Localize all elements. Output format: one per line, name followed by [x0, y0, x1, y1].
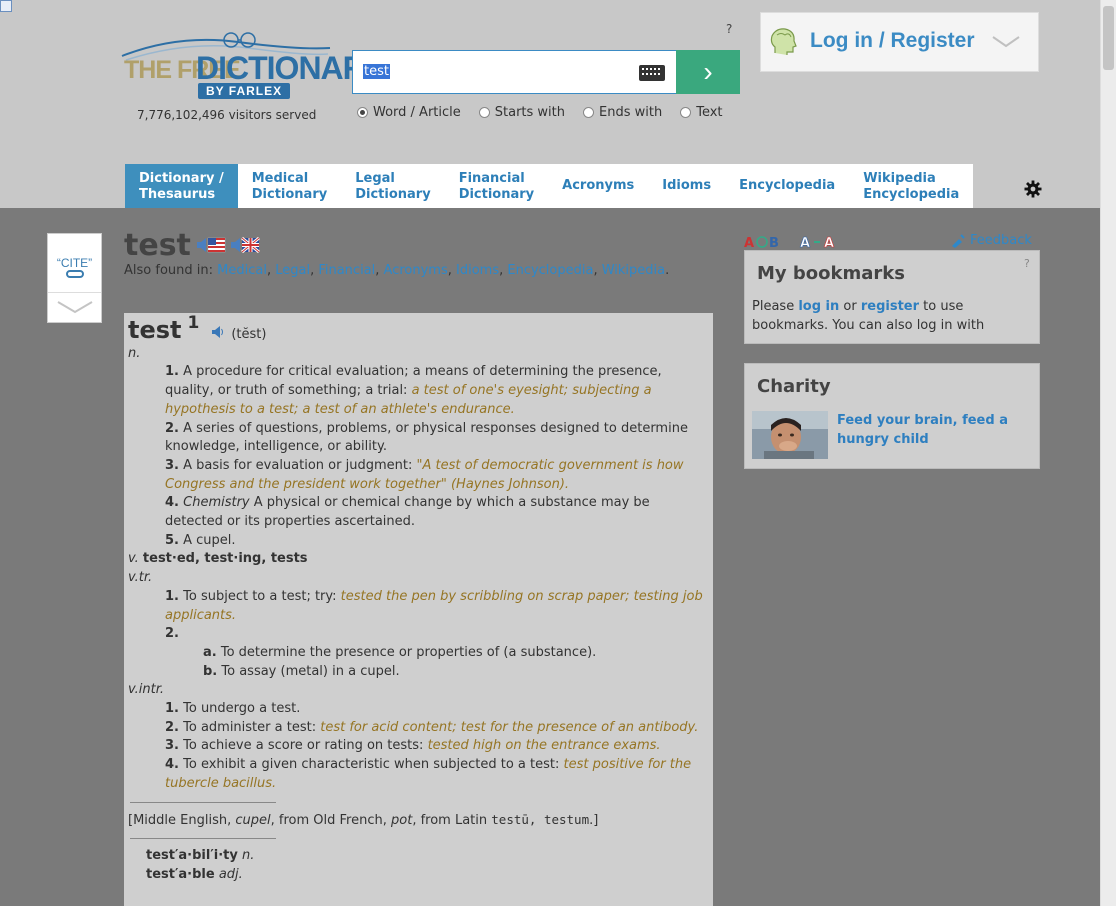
divider [130, 838, 276, 840]
etymology: [Middle English, cupel, from Old French,… [128, 811, 599, 828]
entry-pronunciation: (tĕst) [231, 327, 267, 342]
page-scrollbar[interactable] [1100, 0, 1116, 906]
visitors-count: 7,776,102,496 visitors served [137, 108, 317, 122]
gear-icon[interactable] [1024, 180, 1042, 198]
tab-acronyms[interactable]: Acronyms [548, 164, 648, 208]
sense-item: 4. Chemistry A physical or chemical chan… [165, 495, 650, 530]
svg-text:A: A [824, 236, 834, 250]
also-found-link-acronyms[interactable]: Acronyms [384, 263, 448, 278]
derived-form: test′a·ble adj. [146, 866, 243, 882]
search-input[interactable]: test [363, 64, 390, 79]
feedback-icon [952, 233, 965, 248]
scrollbar-thumb[interactable] [1103, 6, 1114, 70]
mode-ends-with[interactable]: Ends with [583, 105, 662, 120]
sense-item: 5. A cupel. [165, 532, 236, 548]
brain-head-icon [770, 28, 797, 55]
cite-divider [48, 292, 101, 293]
also-found-in: Also found in: Medical, Legal, Financial… [124, 263, 670, 278]
bookmarks-help-link[interactable]: ? [1024, 257, 1030, 270]
sense-item: 3. A basis for evaluation or judgment: "… [165, 457, 684, 492]
bookmarks-text: Please log in or register to use bookmar… [752, 299, 985, 333]
entry-homograph-number: 1 [187, 313, 200, 333]
vocabulary-tools-icon[interactable]: A B A A [744, 234, 840, 250]
bookmarks-register-link[interactable]: register [861, 299, 919, 314]
subsense-item: b. To assay (metal) in a cupel. [203, 663, 400, 679]
dictionary-tabs: Dictionary / Thesaurus Medical Dictionary … [125, 164, 974, 208]
speaker-icon[interactable] [211, 325, 225, 339]
charity-link[interactable]: Feed your brain, feed a hungry child [837, 411, 1027, 449]
definition-panel: test 1 (tĕst) n. 1. A procedure for crit… [124, 313, 713, 906]
login-register-box[interactable]: Log in / Register [760, 12, 1039, 72]
also-found-link-financial[interactable]: Financial [318, 263, 375, 278]
sense-item: 1. To undergo a test. [165, 701, 301, 717]
pos-noun: n. [128, 345, 141, 361]
svg-text:A: A [744, 236, 754, 250]
chevron-down-icon[interactable] [991, 35, 1021, 49]
sense-item: 1. A procedure for critical evaluation; … [165, 364, 662, 417]
logo-by-farlex: BY FARLEX [198, 83, 291, 99]
site-header: THE FREE DICTIONARY BY FARLEX 7,776,102,… [0, 0, 1100, 208]
also-found-link-encyclopedia[interactable]: Encyclopedia [507, 263, 593, 278]
sense-item: 1. To subject to a test; try: tested the… [165, 588, 703, 623]
mode-starts-with[interactable]: Starts with [478, 105, 565, 120]
derived-form: test′a·bil′i·ty n. [146, 848, 255, 864]
cite-widget[interactable]: “CITE” [47, 233, 102, 323]
search-button[interactable]: › [676, 50, 740, 94]
also-found-link-medical[interactable]: Medical [217, 263, 267, 278]
divider [130, 801, 276, 803]
radio-icon[interactable] [357, 107, 368, 118]
link-icon [66, 270, 84, 278]
radio-icon[interactable] [478, 107, 490, 118]
feedback-link[interactable]: Feedback [950, 233, 1032, 248]
help-link[interactable]: ? [726, 22, 732, 36]
search-mode-options: Word / Article Starts with Ends with Tex… [357, 105, 741, 120]
charity-title: Charity [757, 376, 831, 397]
us-flag-speaker-icon[interactable] [196, 235, 226, 255]
entry-headword: test [128, 316, 182, 344]
bookmarks-title: My bookmarks [757, 263, 905, 284]
subsense-item: a. To determine the presence or properti… [203, 644, 597, 660]
chevron-down-icon[interactable] [56, 300, 94, 314]
svg-text:B: B [769, 236, 779, 250]
tab-idioms[interactable]: Idioms [648, 164, 725, 208]
search-box: test [352, 50, 678, 94]
tab-dictionary-thesaurus[interactable]: Dictionary / Thesaurus [125, 164, 238, 208]
radio-icon[interactable] [583, 107, 595, 118]
tab-financial-dictionary[interactable]: Financial Dictionary [445, 164, 548, 208]
mode-text[interactable]: Text [680, 105, 723, 120]
bookmarks-login-link[interactable]: log in [798, 299, 839, 314]
sense-item: 2. [165, 626, 179, 642]
tab-legal-dictionary[interactable]: Legal Dictionary [341, 164, 444, 208]
login-register-link[interactable]: Log in / Register [810, 29, 975, 53]
sense-item: 2. A series of questions, problems, or p… [165, 420, 688, 455]
sense-item: 3. To achieve a score or rating on tests… [165, 738, 661, 754]
tab-encyclopedia[interactable]: Encyclopedia [725, 164, 849, 208]
site-logo[interactable]: THE FREE DICTIONARY BY FARLEX [118, 28, 385, 102]
pos-verb-transitive: v.tr. [128, 570, 153, 586]
tab-wikipedia-encyclopedia[interactable]: Wikipedia Encyclopedia [849, 164, 973, 208]
pos-verb-intransitive: v.intr. [128, 682, 164, 698]
radio-icon[interactable] [680, 107, 692, 118]
sense-item: 2. To administer a test: test for acid c… [165, 719, 699, 735]
sense-item: 4. To exhibit a given characteristic whe… [165, 757, 692, 791]
verb-forms: v. test·ed, test·ing, tests [128, 551, 308, 567]
charity-panel: Charity Feed your brain, feed a hungry c… [744, 363, 1040, 469]
also-found-link-wikipedia[interactable]: Wikipedia [602, 263, 665, 278]
also-found-link-legal[interactable]: Legal [275, 263, 310, 278]
keyboard-icon[interactable] [639, 65, 665, 81]
svg-text:A: A [800, 236, 810, 250]
tab-medical-dictionary[interactable]: Medical Dictionary [238, 164, 341, 208]
entry-header: test 1 (tĕst) [128, 314, 713, 345]
bookmarks-panel: My bookmarks ? Please log in or register… [744, 250, 1040, 344]
mode-word-article[interactable]: Word / Article [357, 105, 461, 120]
charity-child-image[interactable] [752, 411, 828, 459]
cite-label[interactable]: “CITE” [48, 256, 101, 270]
also-found-link-idioms[interactable]: Idioms [456, 263, 499, 278]
broken-image-icon [0, 0, 12, 12]
page-title: test [124, 228, 191, 263]
uk-flag-speaker-icon[interactable] [230, 235, 260, 255]
